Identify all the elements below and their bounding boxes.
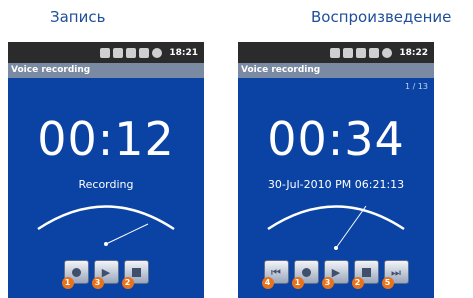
level-meter-needle — [105, 223, 149, 245]
signal-icon — [356, 47, 367, 58]
alarm-icon — [382, 47, 393, 58]
track-counter: 1 / 13 — [404, 82, 428, 91]
battery-icon — [369, 47, 380, 58]
next-button[interactable]: ⏭ 5 — [381, 260, 409, 289]
bluetooth-icon — [100, 47, 111, 58]
bluetooth-icon — [330, 47, 341, 58]
play-button[interactable]: ▶ 3 — [91, 260, 119, 289]
recording-controls: 1 ▶ 3 2 — [8, 260, 204, 289]
level-meter-needle — [335, 205, 367, 249]
caption-recording: Запись — [50, 8, 106, 26]
playback-timer: 00:34 — [267, 112, 405, 166]
recording-status: Recording — [78, 178, 134, 191]
signal-icon — [126, 47, 137, 58]
callout-badge: 4 — [261, 277, 274, 289]
play-icon: ▶ — [101, 265, 111, 279]
stop-button[interactable]: 2 — [121, 260, 149, 289]
level-meter — [37, 205, 175, 246]
record-icon — [71, 267, 81, 277]
status-time: 18:21 — [169, 47, 198, 58]
status-bar: 18:22 — [238, 42, 434, 63]
callout-badge: 2 — [351, 277, 364, 289]
callout-badge: 2 — [121, 277, 134, 289]
previous-icon: ⏮ — [271, 265, 281, 279]
callout-badge: 1 — [291, 277, 304, 289]
battery-icon — [139, 47, 150, 58]
playback-controls: ⏮ 4 1 ▶ 3 2 ⏭ 5 — [238, 260, 434, 289]
previous-button[interactable]: ⏮ 4 — [261, 260, 289, 289]
network-icon — [113, 47, 124, 58]
app-title: Voice recording — [238, 63, 434, 78]
level-meter-arc — [267, 205, 405, 231]
callout-badge: 5 — [381, 277, 394, 289]
record-icon — [301, 267, 311, 277]
recording-screen: 18:21 Voice recording 00:12 Recording 1 … — [8, 42, 204, 298]
status-time: 18:22 — [399, 47, 428, 58]
recording-timer: 00:12 — [37, 112, 175, 166]
next-icon: ⏭ — [391, 265, 401, 279]
level-meter — [267, 205, 405, 250]
callout-badge: 3 — [321, 277, 334, 289]
play-icon: ▶ — [331, 265, 341, 279]
level-meter-pivot — [104, 242, 108, 246]
level-meter-arc — [37, 205, 175, 231]
caption-playback: Воспроизведение — [311, 8, 452, 26]
callout-badge: 1 — [61, 277, 74, 289]
record-button[interactable]: 1 — [291, 260, 319, 289]
alarm-icon — [152, 47, 163, 58]
level-meter-pivot — [334, 246, 338, 250]
app-title: Voice recording — [8, 63, 204, 78]
recording-datetime: 30-Jul-2010 PM 06:21:13 — [267, 178, 405, 191]
status-bar: 18:21 — [8, 42, 204, 63]
callout-badge: 3 — [91, 277, 104, 289]
record-button[interactable]: 1 — [61, 260, 89, 289]
stop-button[interactable]: 2 — [351, 260, 379, 289]
stop-icon — [131, 267, 141, 277]
network-icon — [343, 47, 354, 58]
playback-screen: 18:22 Voice recording 1 / 13 00:34 30-Ju… — [238, 42, 434, 298]
play-button[interactable]: ▶ 3 — [321, 260, 349, 289]
stop-icon — [361, 267, 371, 277]
